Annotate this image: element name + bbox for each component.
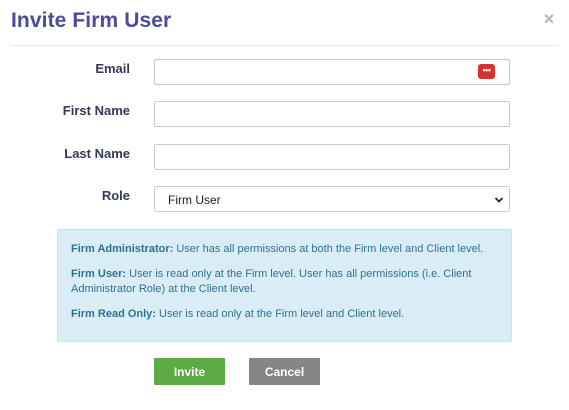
header-divider xyxy=(11,45,558,46)
firm-user-term: Firm User: xyxy=(71,268,127,280)
close-icon[interactable]: × xyxy=(541,10,557,28)
chevron-down-icon xyxy=(494,197,504,203)
firm-user-text: User is read only at the Firm level. Use… xyxy=(71,268,472,295)
last-name-field[interactable] xyxy=(154,144,510,170)
dialog-header: Invite Firm User × xyxy=(0,0,569,46)
last-name-row: Last Name xyxy=(0,144,569,170)
firm-user-description: Firm User: User is read only at the Firm… xyxy=(71,267,496,297)
first-name-field[interactable] xyxy=(154,101,510,127)
email-label: Email xyxy=(95,61,130,76)
firm-admin-description: Firm Administrator: User has all permiss… xyxy=(71,242,496,257)
role-label: Role xyxy=(101,188,130,203)
firm-read-only-description: Firm Read Only: User is read only at the… xyxy=(71,307,496,322)
role-select[interactable]: Firm User xyxy=(154,186,510,212)
invite-firm-user-dialog: Invite Firm User × Email ••• First Name … xyxy=(0,0,569,410)
firm-read-only-text: User is read only at the Firm level and … xyxy=(155,308,405,320)
role-row: Role Firm User xyxy=(0,186,569,212)
firm-admin-text: User has all permissions at both the Fir… xyxy=(173,243,484,255)
email-row: Email ••• xyxy=(0,59,569,85)
firm-read-only-term: Firm Read Only: xyxy=(71,308,156,320)
invite-button[interactable]: Invite xyxy=(154,358,225,385)
first-name-row: First Name xyxy=(0,101,569,127)
cancel-button[interactable]: Cancel xyxy=(249,358,320,385)
first-name-label: First Name xyxy=(62,103,130,118)
last-name-label: Last Name xyxy=(64,146,130,161)
password-manager-icon[interactable]: ••• xyxy=(478,64,495,79)
email-field[interactable] xyxy=(154,59,510,85)
role-selected-value: Firm User xyxy=(168,193,221,207)
role-descriptions-info: Firm Administrator: User has all permiss… xyxy=(57,229,512,342)
dialog-title: Invite Firm User xyxy=(11,9,172,32)
firm-admin-term: Firm Administrator: xyxy=(71,243,174,255)
